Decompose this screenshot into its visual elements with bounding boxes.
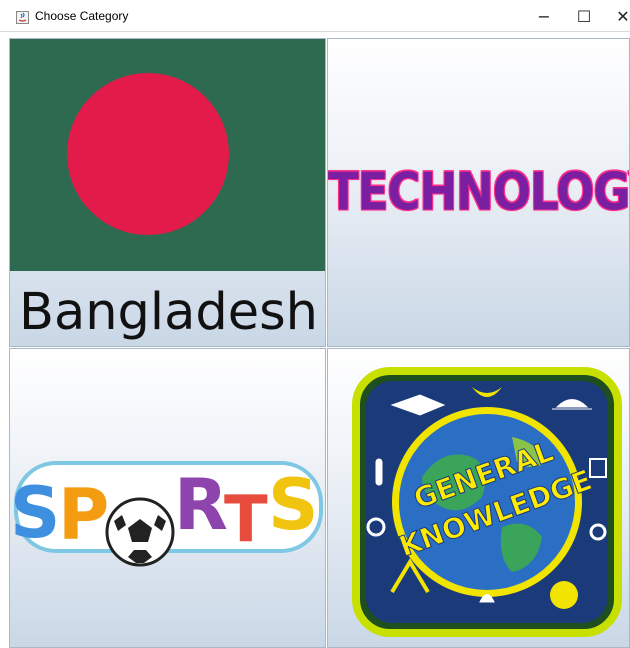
category-button-technology[interactable]: TECHNOLOGY bbox=[327, 38, 630, 347]
sports-letter-s2: S bbox=[268, 464, 318, 546]
maximize-icon: ☐ bbox=[576, 6, 592, 26]
category-label-technology: TECHNOLOGY bbox=[328, 161, 630, 222]
general-knowledge-logo-image: GENERAL KNOWLEDGE bbox=[352, 367, 622, 637]
minimize-icon: − bbox=[537, 6, 551, 26]
sports-logo-image: S P R T S bbox=[10, 461, 323, 567]
category-button-general-knowledge[interactable]: GENERAL KNOWLEDGE bbox=[327, 348, 630, 648]
soccer-ball-icon bbox=[105, 497, 175, 567]
sports-letter-s1: S bbox=[10, 472, 60, 554]
category-button-bangladesh[interactable]: Bangladesh bbox=[9, 38, 326, 347]
category-grid: Bangladesh TECHNOLOGY S P R T S GENERAL … bbox=[9, 38, 630, 648]
flag-red-disc bbox=[67, 73, 229, 235]
window-title: Choose Category bbox=[35, 9, 129, 23]
sports-letter-p: P bbox=[58, 474, 109, 556]
category-label-bangladesh: Bangladesh bbox=[18, 283, 318, 342]
sports-letter-r: R bbox=[174, 464, 228, 546]
close-button[interactable]: ✕ bbox=[600, 0, 630, 32]
bangladesh-flag-image bbox=[10, 39, 325, 271]
close-icon: ✕ bbox=[616, 6, 630, 26]
java-app-icon bbox=[16, 11, 29, 24]
thermometer-icon bbox=[375, 458, 383, 486]
sports-letter-t: T bbox=[224, 483, 268, 557]
title-bar: Choose Category − ☐ ✕ bbox=[0, 0, 630, 32]
category-button-sports[interactable]: S P R T S bbox=[9, 348, 326, 648]
planet-icon bbox=[550, 581, 578, 609]
